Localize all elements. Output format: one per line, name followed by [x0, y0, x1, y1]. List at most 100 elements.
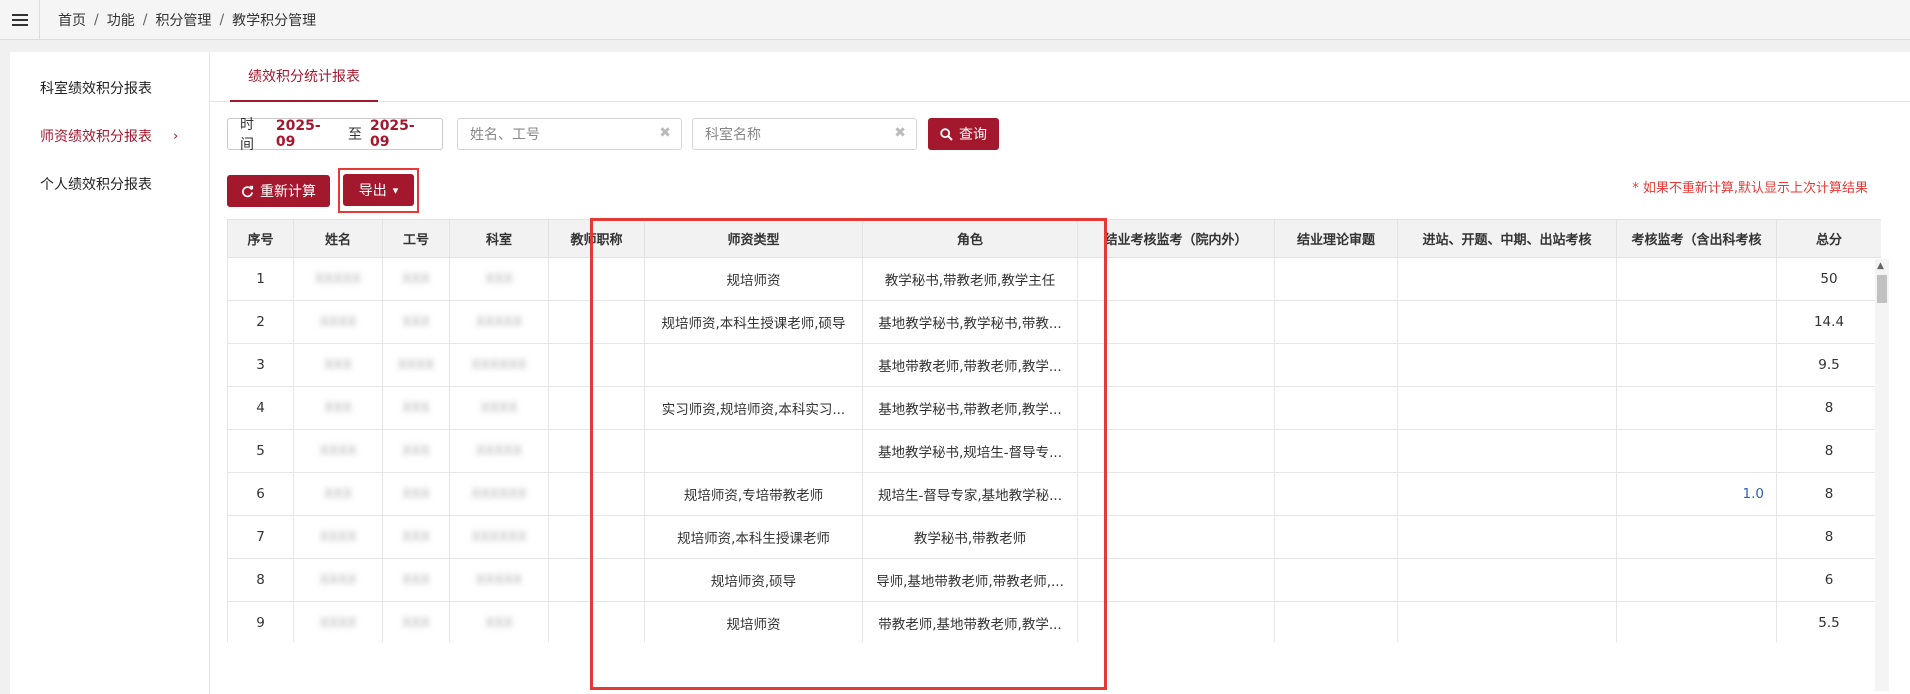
clear-icon[interactable]: ✖ [659, 125, 671, 141]
table-cell: 教学秘书,带教老师 [862, 515, 1078, 559]
table-cell: 规培师资 [644, 257, 863, 301]
breadcrumb-function[interactable]: 功能 [107, 10, 135, 30]
table-row[interactable]: 8 XXXX XXX XXXXX 规培师资,硕导 导师,基地带教老师,带教老师,... 6 [227, 558, 1881, 602]
scroll-up-icon[interactable]: ▲ [1877, 261, 1884, 271]
table-header-row: 序号 姓名 工号 科室 教师职称 师资类型 角色 结业考核监考（院内外） 结业理论审题 进站、开题… [227, 219, 1881, 258]
breadcrumb-current: 教学积分管理 [232, 12, 317, 29]
clear-icon[interactable]: ✖ [894, 125, 906, 141]
sidebar-item-personal-report[interactable]: 个人绩效积分报表 [10, 160, 209, 208]
table-cell: XXX [382, 386, 450, 430]
table-cell [1077, 257, 1275, 301]
menu-icon[interactable] [0, 0, 40, 40]
table-cell: XXXXX [449, 429, 549, 473]
table-cell: 规培师资,本科生授课老师 [644, 515, 863, 559]
table-cell [1616, 257, 1777, 301]
table-cell [1616, 343, 1777, 387]
table-row[interactable]: 2 XXXX XXX XXXXX 规培师资,本科生授课老师,硕导 基地教学秘书,教学秘书,… [227, 300, 1881, 344]
table-cell: XXX [382, 300, 450, 344]
table-cell [644, 343, 863, 387]
column-header: 序号 [227, 219, 294, 258]
table-cell [548, 515, 645, 559]
table-cell: XXXXX [449, 300, 549, 344]
table-cell [548, 558, 645, 602]
export-highlight-box [338, 168, 419, 213]
table-cell [548, 300, 645, 344]
column-header: 结业考核监考（院内外） [1077, 219, 1275, 258]
table-cell [1077, 300, 1275, 344]
table-cell: 8 [1776, 515, 1881, 559]
table-cell [548, 343, 645, 387]
time-to: 2025-09 [369, 118, 415, 150]
table-cell: 基地教学秘书,带教老师,教学... [862, 386, 1078, 430]
table-cell [1274, 472, 1398, 516]
tab-performance-report[interactable]: 绩效积分统计报表 [230, 52, 378, 102]
table-cell: 5.5 [1776, 601, 1881, 642]
table-cell: 3 [227, 343, 294, 387]
table-cell [1077, 429, 1275, 473]
column-header: 考核监考（含出科考核 [1616, 219, 1777, 258]
query-button[interactable]: 查询 [928, 118, 999, 150]
table-cell [644, 429, 863, 473]
table-row[interactable]: 6 XXX XXX XXXXXX 规培师资,专培带教老师 规培生-督导专家,基地教学秘..… [227, 472, 1881, 516]
table-cell: 9.5 [1776, 343, 1881, 387]
table-cell: XXX [382, 257, 450, 301]
table-cell [548, 601, 645, 642]
date-range-picker[interactable]: 时间 2025-09 至 2025-09 [227, 117, 443, 153]
table-row[interactable]: 5 XXXX XXX XXXXX 基地教学秘书,规培生-督导专... 8 [227, 429, 1881, 473]
table-cell: XXXXXX [449, 515, 549, 559]
table-cell: 8 [1776, 386, 1881, 430]
recalculate-button[interactable]: 重新计算 [227, 175, 330, 207]
table-cell: XXX [382, 429, 450, 473]
search-icon [940, 127, 953, 141]
dept-placeholder: 科室名称 [705, 127, 761, 143]
table-row[interactable]: 3 XXX XXXX XXXXXX 基地带教老师,带教老师,教学... 9.5 [227, 343, 1881, 387]
table-cell [1397, 601, 1617, 642]
table-cell [1397, 472, 1617, 516]
sidebar-item-dept-report[interactable]: 科室绩效积分报表 [10, 64, 209, 112]
table-cell: 规培生-督导专家,基地教学秘... [862, 472, 1078, 516]
scrollbar-thumb[interactable] [1877, 275, 1887, 303]
table-cell: 规培师资,本科生授课老师,硕导 [644, 300, 863, 344]
table-cell: XXX [382, 515, 450, 559]
query-label: 查询 [959, 127, 987, 143]
column-header: 教师职称 [548, 219, 645, 258]
breadcrumb-points[interactable]: 积分管理 [155, 10, 211, 30]
table-row[interactable]: 7 XXXX XXX XXXXXX 规培师资,本科生授课老师 教学秘书,带教老师 8 [227, 515, 1881, 559]
table-cell: XXX [293, 472, 383, 516]
table-row[interactable]: 9 XXXX XXX XXX 规培师资 带教老师,基地带教老师,教学... 5.5 [227, 601, 1881, 642]
sidebar-item-teacher-report[interactable]: 师资绩效积分报表 › [10, 112, 209, 160]
table-row[interactable]: 1 XXXXX XXX XXX 规培师资 教学秘书,带教老师,教学主任 50 [227, 257, 1881, 301]
table-scrollbar[interactable]: ▲ [1875, 259, 1889, 691]
table-cell [1274, 558, 1398, 602]
table-cell: 实习师资,规培师资,本科实习... [644, 386, 863, 430]
top-bar: 首页 / 功能 / 积分管理 / 教学积分管理 [0, 0, 1910, 40]
table-cell: 规培师资,硕导 [644, 558, 863, 602]
table-cell [1077, 472, 1275, 516]
sidebar-item-label: 个人绩效积分报表 [40, 177, 152, 193]
sidebar-item-label: 师资绩效积分报表 [40, 129, 152, 145]
table-cell: 50 [1776, 257, 1881, 301]
recalculate-label: 重新计算 [260, 184, 316, 200]
table-cell: 基地教学秘书,规培生-督导专... [862, 429, 1078, 473]
table-cell: 规培师资 [644, 601, 863, 642]
breadcrumb-home[interactable]: 首页 [58, 10, 86, 30]
chevron-right-icon: › [173, 128, 179, 144]
table-cell: XXXXXX [449, 472, 549, 516]
table-cell: 8 [1776, 472, 1881, 516]
table-body: 1 XXXXX XXX XXX 规培师资 教学秘书,带教老师,教学主任 50 2 XXXX XXX… [227, 257, 1881, 642]
dept-input[interactable]: 科室名称 ✖ [692, 118, 917, 150]
table-cell: 带教老师,基地带教老师,教学... [862, 601, 1078, 642]
table-cell: 7 [227, 515, 294, 559]
table-cell: 14.4 [1776, 300, 1881, 344]
table-cell: 导师,基地带教老师,带教老师,... [862, 558, 1078, 602]
table-row[interactable]: 4 XXX XXX XXXX 实习师资,规培师资,本科实习... 基地教学秘书,带教老师,… [227, 386, 1881, 430]
table-cell: XXXX [293, 429, 383, 473]
name-placeholder: 姓名、工号 [470, 127, 540, 143]
table-cell: 8 [227, 558, 294, 602]
time-from: 2025-09 [275, 118, 321, 150]
name-input[interactable]: 姓名、工号 ✖ [457, 118, 682, 150]
table-cell [1397, 343, 1617, 387]
table-cell [1616, 300, 1777, 344]
table-cell: 6 [227, 472, 294, 516]
table-cell [1077, 558, 1275, 602]
